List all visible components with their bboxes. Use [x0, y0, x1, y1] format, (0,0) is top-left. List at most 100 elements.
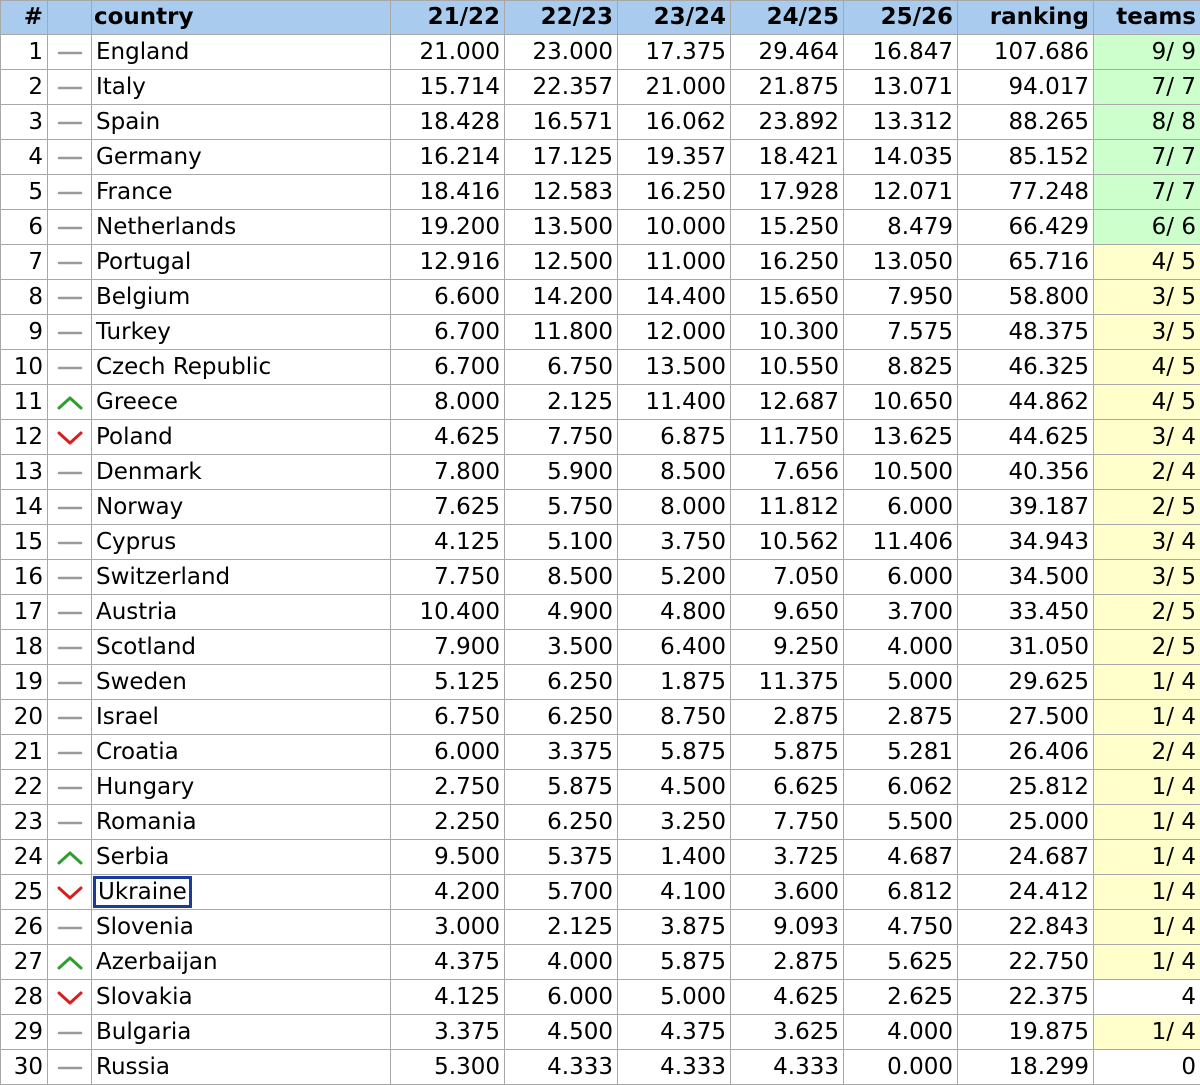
country-link[interactable]: England: [96, 39, 189, 65]
country-link[interactable]: Norway: [96, 494, 183, 520]
table-row[interactable]: 13Denmark7.8005.9008.5007.65610.50040.35…: [1, 455, 1200, 490]
country-link[interactable]: Serbia: [96, 844, 169, 870]
country-name-cell[interactable]: Bulgaria: [92, 1015, 391, 1050]
header-country[interactable]: country: [92, 1, 391, 35]
country-link[interactable]: Israel: [96, 704, 159, 730]
table-row[interactable]: 9Turkey6.70011.80012.00010.3007.57548.37…: [1, 315, 1200, 350]
country-name-cell[interactable]: Italy: [92, 70, 391, 105]
country-name-cell[interactable]: Netherlands: [92, 210, 391, 245]
table-row[interactable]: 25Ukraine4.2005.7004.1003.6006.81224.412…: [1, 875, 1200, 910]
table-row[interactable]: 6Netherlands19.20013.50010.00015.2508.47…: [1, 210, 1200, 245]
table-row[interactable]: 24Serbia9.5005.3751.4003.7254.68724.6871…: [1, 840, 1200, 875]
header-num[interactable]: #: [1, 1, 48, 35]
country-link[interactable]: Russia: [96, 1054, 170, 1080]
table-row[interactable]: 15Cyprus4.1255.1003.75010.56211.40634.94…: [1, 525, 1200, 560]
country-name-cell[interactable]: Slovakia: [92, 980, 391, 1015]
country-link[interactable]: Czech Republic: [96, 354, 271, 380]
header-season-21-22[interactable]: 21/22: [391, 1, 505, 35]
country-link[interactable]: Germany: [96, 144, 202, 170]
country-link[interactable]: Italy: [96, 74, 146, 100]
country-link[interactable]: France: [96, 179, 172, 205]
country-link[interactable]: Hungary: [96, 774, 194, 800]
table-row[interactable]: 7Portugal12.91612.50011.00016.25013.0506…: [1, 245, 1200, 280]
country-link[interactable]: Portugal: [96, 249, 191, 275]
country-name-cell[interactable]: Germany: [92, 140, 391, 175]
table-row[interactable]: 23Romania2.2506.2503.2507.7505.50025.000…: [1, 805, 1200, 840]
country-link[interactable]: Belgium: [96, 284, 190, 310]
country-name-cell[interactable]: Belgium: [92, 280, 391, 315]
table-row[interactable]: 19Sweden5.1256.2501.87511.3755.00029.625…: [1, 665, 1200, 700]
table-row[interactable]: 18Scotland7.9003.5006.4009.2504.00031.05…: [1, 630, 1200, 665]
country-name-cell[interactable]: Slovenia: [92, 910, 391, 945]
country-name-cell[interactable]: Portugal: [92, 245, 391, 280]
header-season-25-26[interactable]: 25/26: [844, 1, 958, 35]
country-name-cell[interactable]: Israel: [92, 700, 391, 735]
table-row[interactable]: 10Czech Republic6.7006.75013.50010.5508.…: [1, 350, 1200, 385]
season-23-24-points: 11.000: [618, 245, 731, 280]
table-row[interactable]: 28Slovakia4.1256.0005.0004.6252.62522.37…: [1, 980, 1200, 1015]
table-row[interactable]: 2Italy15.71422.35721.00021.87513.07194.0…: [1, 70, 1200, 105]
country-link[interactable]: Cyprus: [96, 529, 176, 555]
table-row[interactable]: 30Russia5.3004.3334.3334.3330.00018.2990: [1, 1050, 1200, 1085]
header-season-22-23[interactable]: 22/23: [505, 1, 618, 35]
country-name-cell[interactable]: Sweden: [92, 665, 391, 700]
table-row[interactable]: 22Hungary2.7505.8754.5006.6256.06225.812…: [1, 770, 1200, 805]
country-name-cell[interactable]: Scotland: [92, 630, 391, 665]
table-row[interactable]: 4Germany16.21417.12519.35718.42114.03585…: [1, 140, 1200, 175]
country-name-cell[interactable]: France: [92, 175, 391, 210]
country-link[interactable]: Scotland: [96, 634, 196, 660]
table-row[interactable]: 1England21.00023.00017.37529.46416.84710…: [1, 35, 1200, 70]
table-row[interactable]: 16Switzerland7.7508.5005.2007.0506.00034…: [1, 560, 1200, 595]
header-season-23-24[interactable]: 23/24: [618, 1, 731, 35]
country-link[interactable]: Greece: [96, 389, 178, 415]
country-link[interactable]: Ukraine: [96, 879, 189, 905]
table-row[interactable]: 12Poland4.6257.7506.87511.75013.62544.62…: [1, 420, 1200, 455]
table-row[interactable]: 5France18.41612.58316.25017.92812.07177.…: [1, 175, 1200, 210]
country-link[interactable]: Spain: [96, 109, 160, 135]
country-name-cell[interactable]: Azerbaijan: [92, 945, 391, 980]
country-name-cell[interactable]: Croatia: [92, 735, 391, 770]
table-row[interactable]: 3Spain18.42816.57116.06223.89213.31288.2…: [1, 105, 1200, 140]
country-link[interactable]: Turkey: [96, 319, 171, 345]
country-link[interactable]: Bulgaria: [96, 1019, 191, 1045]
country-name-cell[interactable]: Austria: [92, 595, 391, 630]
country-link[interactable]: Slovakia: [96, 984, 193, 1010]
country-name-cell[interactable]: Cyprus: [92, 525, 391, 560]
country-link[interactable]: Poland: [96, 424, 173, 450]
table-row[interactable]: 27Azerbaijan4.3754.0005.8752.8755.62522.…: [1, 945, 1200, 980]
country-name-cell[interactable]: Switzerland: [92, 560, 391, 595]
table-row[interactable]: 8Belgium6.60014.20014.40015.6507.95058.8…: [1, 280, 1200, 315]
country-link[interactable]: Azerbaijan: [96, 949, 218, 975]
country-link[interactable]: Austria: [96, 599, 177, 625]
country-name-cell[interactable]: Russia: [92, 1050, 391, 1085]
table-row[interactable]: 14Norway7.6255.7508.00011.8126.00039.187…: [1, 490, 1200, 525]
header-season-24-25[interactable]: 24/25: [731, 1, 844, 35]
country-name-cell[interactable]: Ukraine: [92, 875, 391, 910]
table-row[interactable]: 21Croatia6.0003.3755.8755.8755.28126.406…: [1, 735, 1200, 770]
country-link[interactable]: Croatia: [96, 739, 179, 765]
country-name-cell[interactable]: Denmark: [92, 455, 391, 490]
table-row[interactable]: 26Slovenia3.0002.1253.8759.0934.75022.84…: [1, 910, 1200, 945]
country-name-cell[interactable]: Czech Republic: [92, 350, 391, 385]
country-name-cell[interactable]: England: [92, 35, 391, 70]
country-link[interactable]: Romania: [96, 809, 197, 835]
country-name-cell[interactable]: Spain: [92, 105, 391, 140]
table-row[interactable]: 17Austria10.4004.9004.8009.6503.70033.45…: [1, 595, 1200, 630]
table-row[interactable]: 20Israel6.7506.2508.7502.8752.87527.5001…: [1, 700, 1200, 735]
country-name-cell[interactable]: Turkey: [92, 315, 391, 350]
country-link[interactable]: Sweden: [96, 669, 187, 695]
country-name-cell[interactable]: Greece: [92, 385, 391, 420]
table-row[interactable]: 11Greece8.0002.12511.40012.68710.65044.8…: [1, 385, 1200, 420]
country-link[interactable]: Netherlands: [96, 214, 236, 240]
country-link[interactable]: Denmark: [96, 459, 202, 485]
country-link[interactable]: Switzerland: [96, 564, 230, 590]
table-row[interactable]: 29Bulgaria3.3754.5004.3753.6254.00019.87…: [1, 1015, 1200, 1050]
country-name-cell[interactable]: Hungary: [92, 770, 391, 805]
header-ranking[interactable]: ranking: [958, 1, 1094, 35]
country-name-cell[interactable]: Serbia: [92, 840, 391, 875]
header-teams[interactable]: teams: [1094, 1, 1200, 35]
country-name-cell[interactable]: Norway: [92, 490, 391, 525]
country-name-cell[interactable]: Poland: [92, 420, 391, 455]
country-name-cell[interactable]: Romania: [92, 805, 391, 840]
country-link[interactable]: Slovenia: [96, 914, 194, 940]
